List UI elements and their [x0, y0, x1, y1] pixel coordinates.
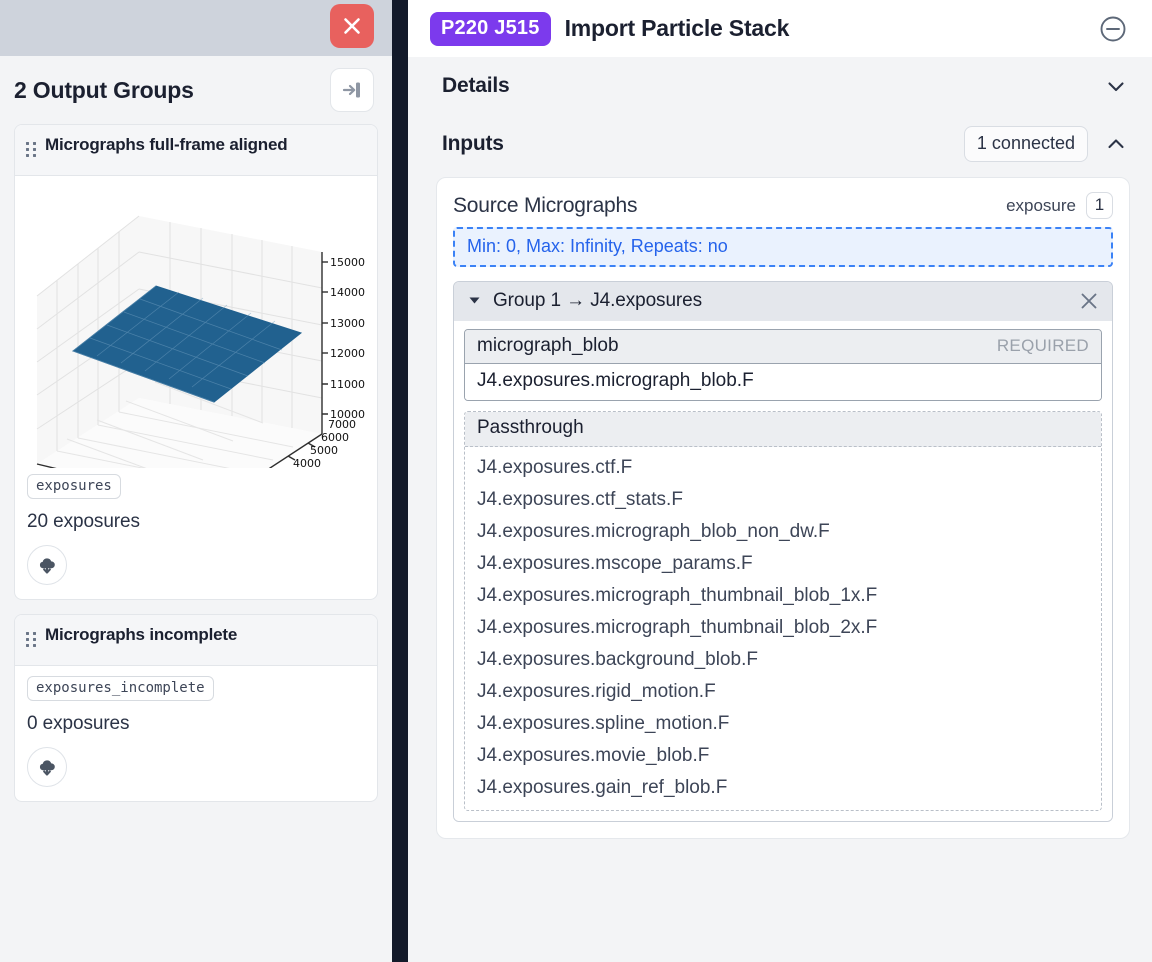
download-button[interactable] [27, 747, 67, 787]
field-name: micrograph_blob [477, 335, 619, 356]
list-item[interactable]: J4.exposures.micrograph_thumbnail_blob_1… [477, 580, 1089, 612]
input-slot-header: Source Micrographs exposure 1 [453, 192, 1113, 219]
output-group-card[interactable]: Micrographs full-frame aligned 15000 140… [14, 124, 378, 600]
required-field-header: micrograph_blob REQUIRED [465, 330, 1101, 364]
svg-text:6000: 6000 [321, 431, 349, 444]
list-item[interactable]: J4.exposures.rigid_motion.F [477, 676, 1089, 708]
list-item[interactable]: J4.exposures.background_blob.F [477, 644, 1089, 676]
output-group-card-header[interactable]: Micrographs incomplete [15, 615, 377, 666]
drag-handle-dots-icon[interactable] [25, 135, 37, 165]
close-x-icon [1081, 293, 1097, 309]
job-panel: P220 J515 Import Particle Stack Details … [408, 0, 1152, 962]
field-required-badge: REQUIRED [996, 336, 1089, 355]
cloud-download-icon [39, 760, 55, 776]
list-item[interactable]: J4.exposures.movie_blob.F [477, 740, 1089, 772]
triangle-down-icon[interactable] [468, 294, 481, 309]
section-details-title: Details [442, 74, 510, 97]
remove-group-button[interactable] [1078, 290, 1100, 312]
section-inputs[interactable]: Inputs 1 connected [408, 115, 1152, 173]
svg-text:5000: 5000 [310, 444, 338, 457]
panel-collapse-right-icon [342, 82, 360, 98]
minimize-button[interactable] [1096, 12, 1130, 46]
surface-plot-svg: 15000 14000 13000 12000 11000 10000 4000… [36, 215, 365, 468]
output-group-title: Micrographs incomplete [45, 625, 238, 644]
list-item[interactable]: J4.exposures.spline_motion.F [477, 708, 1089, 740]
input-slot-card: Source Micrographs exposure 1 Min: 0, Ma… [436, 177, 1130, 839]
page-title: 2 Output Groups [14, 76, 194, 103]
list-item[interactable]: J4.exposures.mscope_params.F [477, 548, 1089, 580]
section-inputs-title: Inputs [442, 132, 504, 155]
input-group-body: micrograph_blob REQUIRED J4.exposures.mi… [454, 321, 1112, 821]
output-groups-header: 2 Output Groups [0, 56, 392, 124]
output-tag: exposures_incomplete [27, 676, 214, 701]
output-group-card-body: exposures_incomplete 0 exposures [15, 666, 377, 801]
section-details-toggle[interactable] [1102, 72, 1130, 100]
list-item[interactable]: J4.exposures.gain_ref_blob.F [477, 772, 1089, 804]
section-inputs-meta: 1 connected [963, 126, 1130, 162]
job-titlebar: P220 J515 Import Particle Stack [408, 0, 1152, 57]
required-field-box[interactable]: micrograph_blob REQUIRED J4.exposures.mi… [464, 329, 1102, 401]
output-groups-list[interactable]: Micrographs full-frame aligned 15000 140… [0, 124, 392, 962]
chevron-down-icon [1108, 82, 1124, 92]
close-x-icon [344, 18, 360, 34]
cloud-download-icon [39, 558, 55, 574]
svg-text:13000: 13000 [330, 317, 365, 330]
output-tag: exposures [27, 474, 121, 499]
connected-count-badge: 1 connected [963, 126, 1088, 162]
svg-text:12000: 12000 [330, 347, 365, 360]
output-group-card-body: 15000 14000 13000 12000 11000 10000 4000… [15, 176, 377, 599]
output-count: 20 exposures [27, 511, 140, 532]
passthrough-list: J4.exposures.ctf.F J4.exposures.ctf_stat… [465, 447, 1101, 810]
list-item[interactable]: J4.exposures.micrograph_thumbnail_blob_2… [477, 612, 1089, 644]
output-groups-panel: 2 Output Groups Micrographs full-frame a… [0, 0, 392, 962]
left-panel-titlebar [0, 0, 392, 56]
input-group-block: Group 1 → J4.exposures micrograph_blob R… [453, 281, 1113, 822]
svg-text:15000: 15000 [330, 256, 365, 269]
minus-circle-icon [1100, 16, 1126, 41]
input-slot-meta: exposure 1 [1006, 192, 1113, 219]
list-item[interactable]: J4.exposures.ctf_stats.F [477, 484, 1089, 516]
section-inputs-toggle[interactable] [1102, 130, 1130, 158]
field-value[interactable]: J4.exposures.micrograph_blob.F [465, 364, 1101, 400]
svg-text:7000: 7000 [328, 418, 356, 431]
chevron-up-icon [1108, 139, 1124, 149]
output-group-title: Micrographs full-frame aligned [45, 135, 288, 154]
list-item[interactable]: J4.exposures.micrograph_blob_non_dw.F [477, 516, 1089, 548]
passthrough-box: Passthrough J4.exposures.ctf.F J4.exposu… [464, 411, 1102, 811]
panel-divider[interactable] [392, 0, 408, 962]
svg-text:14000: 14000 [330, 286, 365, 299]
job-details-window: 2 Output Groups Micrographs full-frame a… [0, 0, 1152, 962]
svg-text:4000: 4000 [293, 457, 321, 468]
job-badge[interactable]: P220 J515 [430, 11, 551, 46]
list-item[interactable]: J4.exposures.ctf.F [477, 452, 1089, 484]
input-group-header[interactable]: Group 1 → J4.exposures [454, 282, 1112, 321]
drag-handle-dots-icon[interactable] [25, 625, 37, 655]
input-slot-title: Source Micrographs [453, 193, 638, 217]
close-button[interactable] [330, 4, 374, 48]
output-group-card-header[interactable]: Micrographs full-frame aligned [15, 125, 377, 176]
passthrough-header: Passthrough [465, 412, 1101, 447]
input-slot-count: 1 [1086, 192, 1113, 219]
inputs-body: Source Micrographs exposure 1 Min: 0, Ma… [408, 173, 1152, 962]
panel-collapse-button[interactable] [330, 68, 374, 112]
output-group-card[interactable]: Micrographs incomplete exposures_incompl… [14, 614, 378, 802]
job-title: Import Particle Stack [564, 15, 790, 41]
input-group-label: Group 1 → J4.exposures [493, 290, 703, 311]
download-button[interactable] [27, 545, 67, 585]
input-slot-type: exposure [1006, 195, 1076, 215]
input-constraint-banner: Min: 0, Max: Infinity, Repeats: no [453, 227, 1113, 267]
section-details[interactable]: Details [408, 57, 1152, 115]
surface-plot-3d: 15000 14000 13000 12000 11000 10000 4000… [27, 186, 365, 468]
svg-text:11000: 11000 [330, 378, 365, 391]
output-count: 0 exposures [27, 713, 130, 734]
